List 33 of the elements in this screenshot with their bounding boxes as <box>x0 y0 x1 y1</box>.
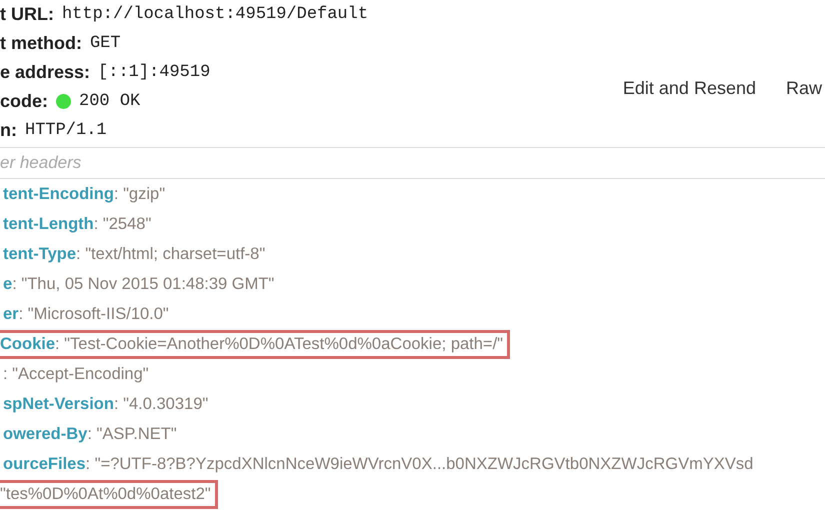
field-value: [::1]:49519 <box>98 62 210 84</box>
header-value: "tes%0D%0At%0d%0atest2" <box>0 484 211 505</box>
header-value: : "4.0.30319" <box>114 394 208 415</box>
header-value: : "Microsoft-IIS/10.0" <box>18 304 169 325</box>
header-value: : "2548" <box>94 214 152 235</box>
header-value: : "Thu, 05 Nov 2015 01:48:39 GMT" <box>12 274 274 295</box>
header-name: e <box>3 274 12 295</box>
header-name: er <box>3 304 19 325</box>
field-label: t URL: <box>0 3 54 26</box>
header-value: : "Accept-Encoding" <box>3 364 149 385</box>
header-value: : "Test-Cookie=Another%0D%0ATest%0d%0aCookie; path=/" <box>55 334 504 355</box>
header-value: : "=?UTF-8?B?YzpcdXNlcnNceW9ieWVrcnV0X...b0NXZWJcRGVtb0NXZWJcRGVmYXVsd <box>86 454 754 475</box>
header-name: tent-Encoding <box>3 184 114 205</box>
header-value: : "gzip" <box>114 184 166 205</box>
header-name: tent-Length <box>3 214 94 235</box>
header-name: spNet-Version <box>3 394 114 415</box>
header-name: Cookie <box>0 334 56 355</box>
header-value: : "ASP.NET" <box>87 424 177 445</box>
field-label: e address: <box>0 61 90 84</box>
field-value: GET <box>90 32 121 55</box>
field-value: 200 OK <box>79 90 140 113</box>
header-value: : "text/html; charset=utf-8" <box>76 244 266 265</box>
header-name: tent-Type <box>3 244 76 265</box>
field-label: t method: <box>0 32 82 55</box>
field-value: HTTP/1.1 <box>25 120 107 142</box>
toolbar-button[interactable]: Raw <box>786 75 822 102</box>
toolbar-button[interactable]: Edit and Resend <box>622 75 756 102</box>
field-value: http://localhost:49519/Default <box>62 4 368 26</box>
header-name: ourceFiles <box>3 454 86 475</box>
filter-field[interactable]: er headers <box>0 150 825 176</box>
header-name: owered-By <box>3 424 88 445</box>
field-label: code: <box>0 90 48 113</box>
field-label: n: <box>0 119 17 142</box>
